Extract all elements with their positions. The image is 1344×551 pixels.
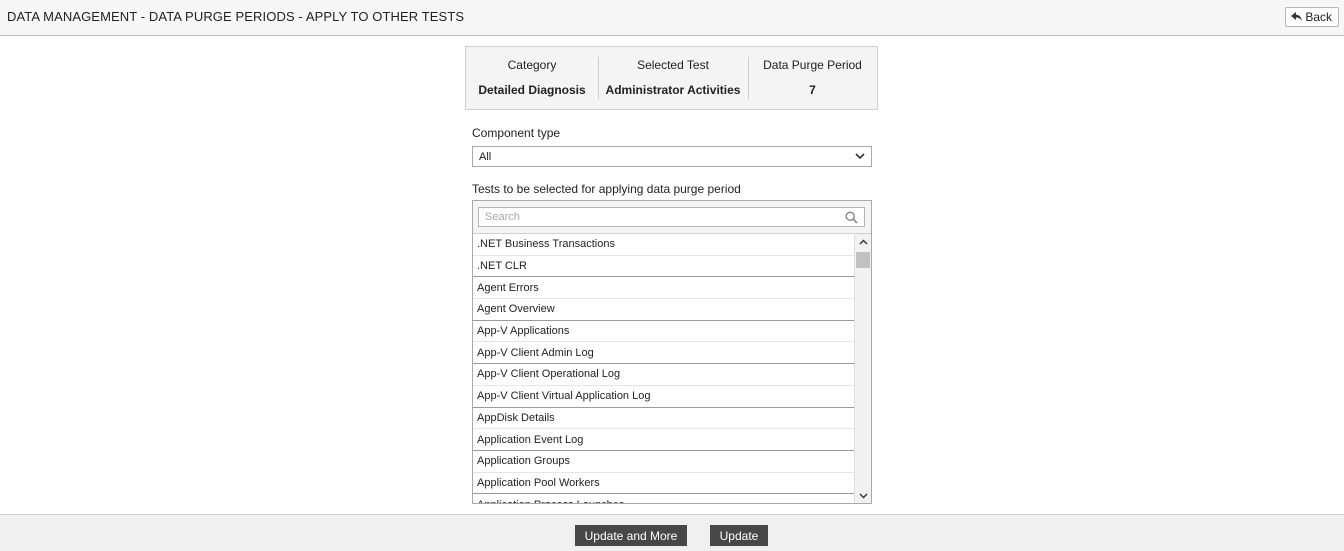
test-list-item[interactable]: AppDisk Details — [473, 407, 855, 430]
selected-test-label: Selected Test — [637, 58, 709, 72]
test-list-item[interactable]: Agent Errors — [473, 277, 855, 300]
test-list-item[interactable]: Agent Overview — [473, 299, 855, 321]
component-type-select[interactable]: All — [472, 146, 872, 167]
page-header: DATA MANAGEMENT - DATA PURGE PERIODS - A… — [0, 0, 1344, 36]
category-value: Detailed Diagnosis — [478, 83, 586, 97]
back-button-label: Back — [1305, 10, 1332, 24]
test-list-item[interactable]: App-V Client Virtual Application Log — [473, 385, 855, 408]
tests-list-box: .NET Business Transactions.NET CLRAgent … — [472, 200, 872, 504]
test-list-item[interactable]: Application Event Log — [473, 429, 855, 451]
component-type-label: Component type — [472, 126, 561, 140]
test-list-item[interactable]: .NET CLR — [473, 255, 855, 278]
chevron-down-icon — [855, 153, 865, 160]
summary-category: Category Detailed Diagnosis — [466, 47, 598, 109]
tests-search-bar — [473, 201, 871, 234]
back-button[interactable]: Back — [1285, 7, 1339, 27]
category-label: Category — [507, 58, 557, 72]
test-list-item[interactable]: Application Groups — [473, 450, 855, 473]
test-list-item[interactable]: App-V Client Operational Log — [473, 364, 855, 386]
scroll-thumb[interactable] — [856, 252, 870, 268]
action-footer: Update and More Update — [0, 514, 1344, 551]
selection-summary: Category Detailed Diagnosis Selected Tes… — [465, 46, 878, 110]
test-list-item[interactable]: Application Pool Workers — [473, 472, 855, 495]
component-type-value: All — [479, 150, 492, 163]
purge-period-value: 7 — [809, 83, 816, 97]
page-title: DATA MANAGEMENT - DATA PURGE PERIODS - A… — [7, 9, 465, 24]
tests-list-label: Tests to be selected for applying data p… — [472, 182, 741, 196]
test-list-item[interactable]: App-V Applications — [473, 320, 855, 343]
update-button[interactable]: Update — [710, 525, 768, 546]
tests-list: .NET Business Transactions .NET CLR Agent … — [473, 234, 855, 503]
summary-purge-period: Data Purge Period 7 — [748, 47, 877, 109]
scroll-up-arrow-icon[interactable] — [855, 234, 871, 250]
purge-period-label: Data Purge Period — [763, 58, 862, 72]
update-and-more-button[interactable]: Update and More — [575, 525, 687, 546]
test-list-item[interactable]: App-V Client Admin Log — [473, 342, 855, 365]
test-list-item[interactable]: .NET Business Transactions — [473, 234, 855, 256]
test-list-item[interactable]: Application Process Launches — [473, 494, 855, 503]
search-icon[interactable] — [845, 211, 858, 224]
back-arrow-icon — [1291, 12, 1303, 21]
tests-list-scrollbar[interactable] — [854, 234, 871, 503]
selected-test-value: Administrator Activities — [605, 83, 741, 97]
scroll-down-arrow-icon[interactable] — [855, 488, 871, 503]
summary-selected-test: Selected Test Administrator Activities — [598, 47, 748, 109]
tests-search-input[interactable] — [478, 207, 865, 227]
